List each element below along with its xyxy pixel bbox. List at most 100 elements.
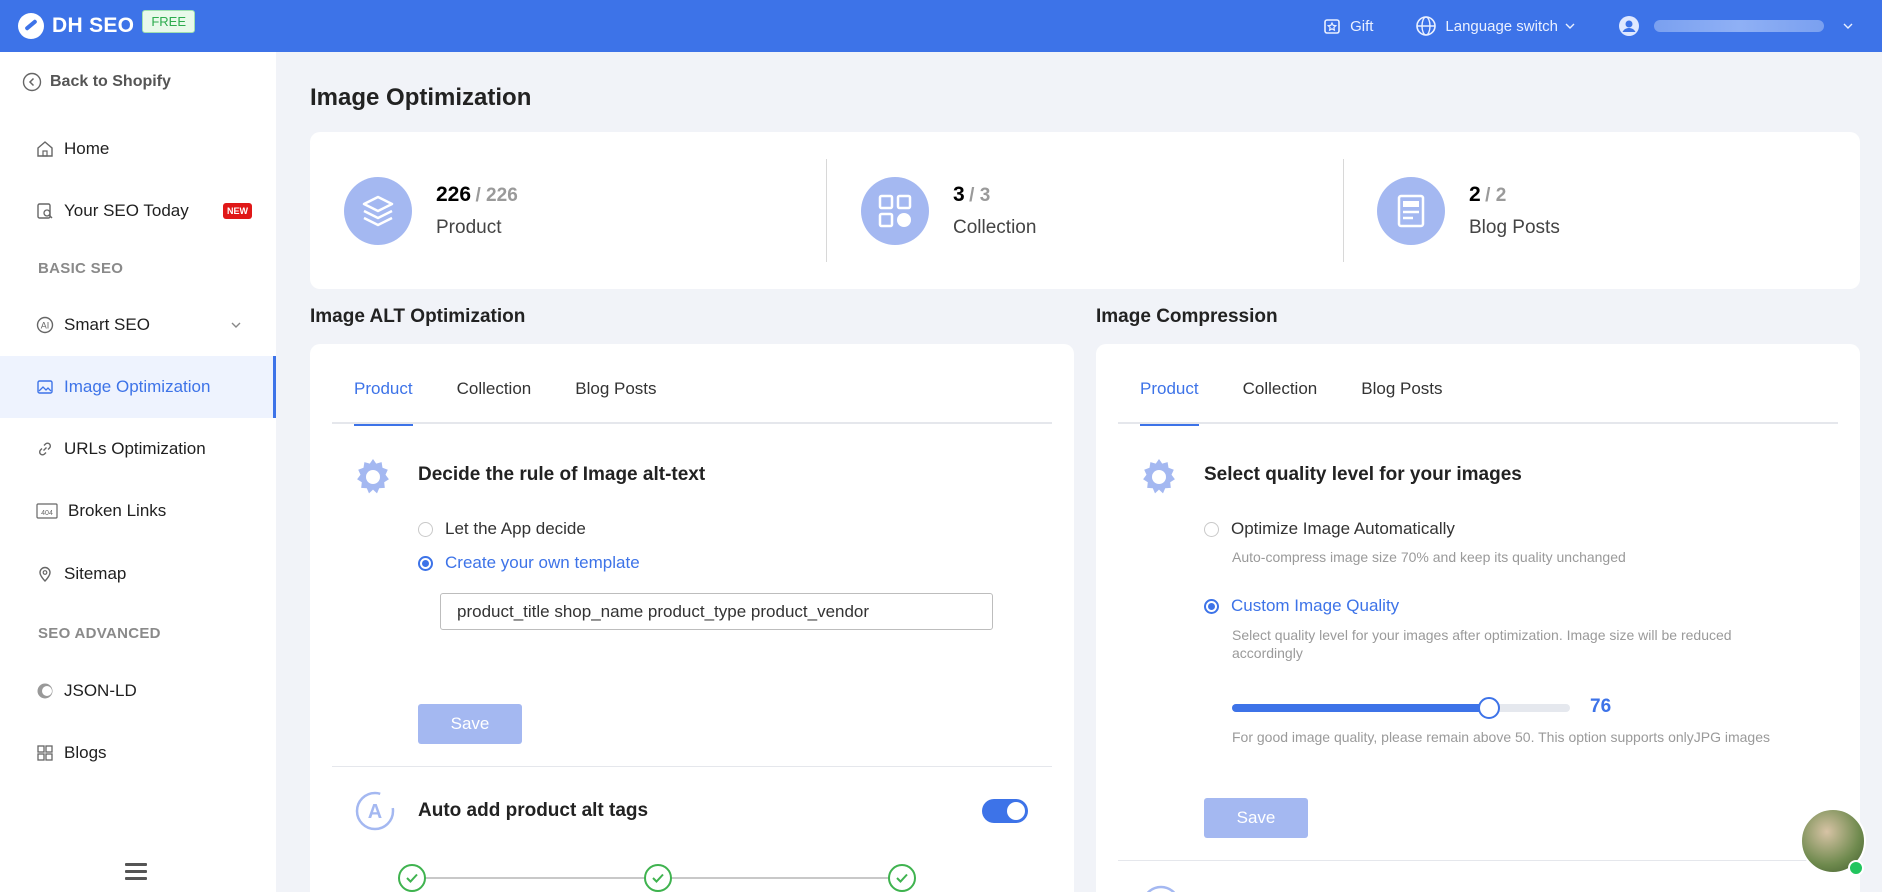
online-status-indicator	[1848, 860, 1864, 876]
progress-steps	[398, 864, 918, 892]
sidebar-item-urls-optimization[interactable]: URLs Optimization	[0, 418, 276, 480]
tab-collection[interactable]: Collection	[1243, 380, 1318, 424]
tab-blog-posts[interactable]: Blog Posts	[1361, 380, 1442, 424]
quality-hint: For good image quality, please remain ab…	[1232, 729, 1771, 745]
user-menu[interactable]	[1618, 15, 1854, 37]
gear-icon	[1143, 459, 1175, 494]
sidebar-item-home[interactable]: Home	[0, 118, 276, 180]
gear-icon	[357, 459, 389, 494]
plan-badge: FREE	[142, 9, 195, 33]
user-avatar-icon	[1619, 16, 1639, 36]
radio-checked[interactable]	[418, 555, 433, 571]
sidebar: Back to Shopify Home Your SEO Today NEW …	[0, 52, 276, 892]
radio-unchecked[interactable]	[418, 521, 433, 537]
radio-checked[interactable]	[1204, 598, 1219, 614]
back-to-shopify-link[interactable]: Back to Shopify	[22, 72, 171, 92]
broken-link-404-icon: 404	[36, 503, 58, 519]
globe-icon	[1416, 16, 1437, 36]
sidebar-item-label: Image Optimization	[64, 377, 211, 396]
stat-label: Blog Posts	[1469, 216, 1560, 238]
sidebar-item-seo-today[interactable]: Your SEO Today NEW	[0, 180, 276, 242]
new-badge: NEW	[223, 203, 252, 219]
app-name: DH SEO	[52, 14, 135, 37]
section-label-seo-advanced: SEO ADVANCED	[38, 625, 161, 642]
home-icon	[37, 141, 53, 157]
language-label: Language switch	[1445, 17, 1558, 35]
stat-collection: 3 / 3 Collection	[861, 132, 1036, 289]
sidebar-item-label: Home	[64, 139, 110, 158]
radio-optimize-automatically[interactable]: Optimize Image Automatically	[1204, 519, 1455, 539]
sidebar-item-image-optimization[interactable]: Image Optimization	[0, 356, 276, 418]
back-label: Back to Shopify	[50, 73, 171, 90]
divider	[1343, 159, 1344, 262]
radio-label: Create your own template	[445, 553, 640, 572]
divider	[332, 766, 1052, 767]
custom-desc: Select quality level for your images aft…	[1232, 627, 1732, 661]
radio-custom-quality[interactable]: Custom Image Quality	[1204, 596, 1399, 616]
svg-text:A: A	[368, 801, 382, 823]
sidebar-item-json-ld[interactable]: JSON-LD	[0, 660, 276, 722]
slider-fill	[1232, 704, 1489, 712]
language-switch[interactable]: Language switch	[1415, 15, 1576, 37]
sidebar-item-label: Blogs	[64, 743, 107, 762]
alt-optimization-card: Product Collection Blog Posts Decide the…	[310, 344, 1074, 892]
step-check-icon	[398, 864, 426, 892]
svg-text:AI: AI	[41, 321, 50, 331]
sidebar-item-label: Smart SEO	[64, 315, 150, 334]
image-icon	[37, 380, 53, 394]
sidebar-item-sitemap[interactable]: Sitemap	[0, 543, 276, 605]
tab-product[interactable]: Product	[1140, 380, 1199, 426]
sidebar-item-label: Broken Links	[68, 501, 167, 520]
radio-unchecked[interactable]	[1204, 521, 1219, 537]
chevron-down-icon	[1565, 23, 1575, 29]
radio-label: Let the App decide	[445, 519, 586, 538]
report-icon	[37, 203, 53, 219]
gift-icon	[1324, 19, 1340, 34]
sidebar-item-label: JSON-LD	[64, 681, 137, 700]
radio-let-app-decide[interactable]: Let the App decide	[418, 519, 586, 539]
alt-rule-title: Decide the rule of Image alt-text	[418, 464, 706, 485]
top-bar: DH SEO FREE Gift Language switch	[0, 0, 1882, 52]
alt-tabs: Product Collection Blog Posts	[332, 380, 1052, 426]
collapse-menu-icon[interactable]	[125, 863, 147, 884]
tab-collection[interactable]: Collection	[457, 380, 532, 424]
stat-total: / 226	[475, 184, 518, 206]
user-name-redacted	[1654, 20, 1824, 32]
sidebar-item-smart-seo[interactable]: AI Smart SEO	[0, 294, 276, 356]
radio-label: Custom Image Quality	[1231, 596, 1400, 615]
auto-alt-icon: A	[355, 791, 395, 831]
layers-icon	[344, 176, 412, 245]
sidebar-item-label: URLs Optimization	[64, 439, 206, 458]
alt-template-input[interactable]	[440, 593, 993, 630]
stat-count: 226	[436, 182, 472, 206]
step-check-icon	[644, 864, 672, 892]
tab-blog-posts[interactable]: Blog Posts	[575, 380, 656, 424]
stat-blog-posts: 2 / 2 Blog Posts	[1377, 132, 1560, 289]
divider	[826, 159, 827, 262]
gift-label: Gift	[1350, 17, 1374, 35]
tab-product[interactable]: Product	[354, 380, 413, 426]
quality-slider[interactable]	[1232, 697, 1570, 719]
auto-alt-toggle[interactable]	[982, 799, 1028, 823]
stat-product: 226 / 226 Product	[344, 132, 518, 289]
refresh-icon	[1146, 885, 1176, 892]
compression-save-button[interactable]: Save	[1204, 798, 1308, 838]
chevron-down-icon	[1843, 23, 1853, 29]
alt-save-button[interactable]: Save	[418, 704, 522, 744]
sidebar-item-broken-links[interactable]: 404 Broken Links	[0, 480, 276, 542]
json-ld-icon	[37, 683, 53, 699]
document-icon	[1377, 176, 1445, 245]
stat-count: 2	[1469, 182, 1481, 206]
gift-button[interactable]: Gift	[1322, 16, 1373, 36]
stat-label: Product	[436, 216, 502, 238]
stat-label: Collection	[953, 216, 1037, 238]
radio-create-template[interactable]: Create your own template	[418, 553, 640, 573]
chevron-down-icon	[231, 322, 241, 328]
app-logo[interactable]: DH SEO FREE	[18, 9, 195, 39]
logo-icon	[18, 13, 44, 39]
slider-handle[interactable]	[1478, 697, 1500, 719]
stat-total: / 3	[969, 184, 991, 206]
sidebar-item-blogs[interactable]: Blogs	[0, 722, 276, 784]
compression-section-title: Image Compression	[1096, 306, 1278, 327]
divider	[1118, 860, 1838, 861]
